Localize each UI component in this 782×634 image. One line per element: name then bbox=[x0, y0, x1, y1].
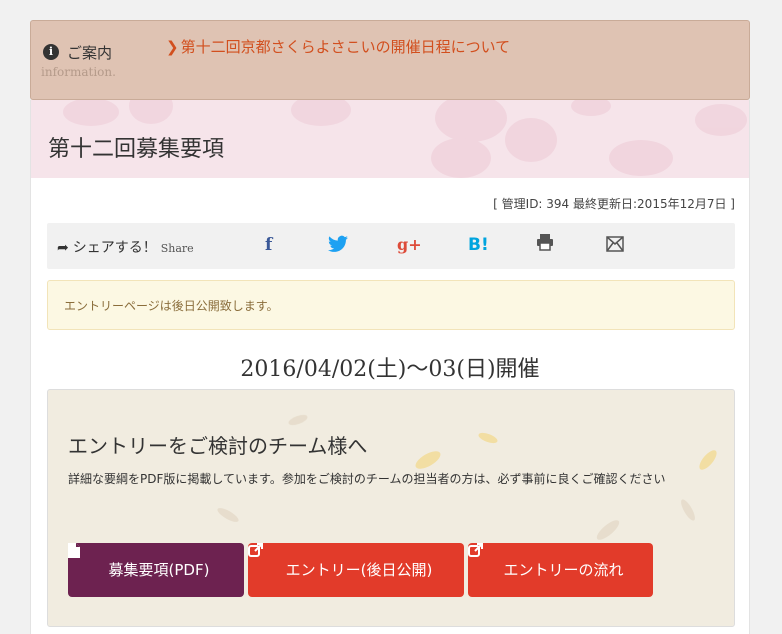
entry-button[interactable]: エントリー(後日公開) bbox=[248, 543, 464, 597]
schedule-news-link[interactable]: ❯ 第十二回京都さくらよさこいの開催日程について bbox=[166, 36, 510, 57]
share-label-text: シェアする！ bbox=[72, 240, 157, 256]
share-bar: ➦ シェアする！ Share f g+ B! bbox=[47, 223, 735, 269]
entry-description: 詳細な要綱をPDF版に掲載しています。参加をご検討のチームの担当者の方は、必ず事… bbox=[68, 472, 666, 486]
entry-info-box: エントリーをご検討のチーム様へ 詳細な要綱をPDF版に掲載しています。参加をご検… bbox=[47, 389, 735, 627]
panel-header: 第十二回募集要項 bbox=[31, 100, 749, 178]
content-panel: 第十二回募集要項 [ 管理ID: 394 最終更新日:2015年12月7日 ] … bbox=[30, 100, 750, 634]
twitter-icon[interactable] bbox=[328, 235, 348, 258]
share-arrow-icon: ➦ bbox=[57, 240, 69, 256]
entry-button-label: エントリー(後日公開) bbox=[285, 561, 433, 579]
entry-flow-button-label: エントリーの流れ bbox=[503, 561, 624, 579]
recruitment-guide-pdf-button[interactable]: 募集要項(PDF) bbox=[68, 543, 244, 597]
google-plus-icon[interactable]: g+ bbox=[397, 235, 422, 254]
event-date-heading: 2016/04/02(土)～03(日)開催 bbox=[240, 357, 540, 382]
information-bar: i ご案内 information. ❯ 第十二回京都さくらよさこいの開催日程につ… bbox=[30, 20, 750, 100]
info-subtitle: information. bbox=[41, 65, 116, 79]
hatena-bookmark-icon[interactable]: B! bbox=[468, 235, 489, 255]
mail-icon[interactable] bbox=[606, 236, 624, 257]
recruitment-guide-pdf-label: 募集要項(PDF) bbox=[108, 561, 210, 579]
entry-notice-alert: エントリーページは後日公開致します。 bbox=[47, 280, 735, 330]
share-label-en: Share bbox=[160, 242, 194, 255]
facebook-icon[interactable]: f bbox=[265, 235, 272, 255]
info-circle-icon: i bbox=[43, 44, 59, 60]
entry-flow-button[interactable]: エントリーの流れ bbox=[468, 543, 653, 597]
chevron-right-icon: ❯ bbox=[166, 38, 179, 56]
page-meta: [ 管理ID: 394 最終更新日:2015年12月7日 ] bbox=[493, 197, 735, 211]
schedule-news-link-text: 第十二回京都さくらよさこいの開催日程について bbox=[180, 38, 511, 56]
entry-title: エントリーをご検討のチーム様へ bbox=[68, 434, 368, 458]
share-label: ➦ シェアする！ Share bbox=[57, 237, 194, 257]
print-icon[interactable] bbox=[536, 233, 554, 256]
page-title: 第十二回募集要項 bbox=[48, 137, 225, 162]
info-title: ご案内 bbox=[67, 44, 113, 62]
